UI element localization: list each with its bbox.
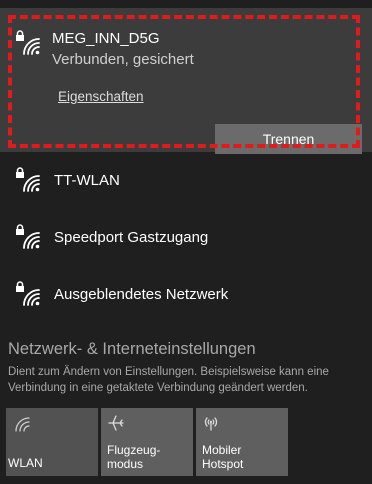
properties-link[interactable]: Eigenschaften xyxy=(58,89,144,104)
network-item-speedport-gastzugang[interactable]: Speedport Gastzugang xyxy=(0,210,372,266)
network-item-tt-wlan[interactable]: TT-WLAN xyxy=(0,153,372,209)
network-settings-description: Dient zum Ändern von Einstellungen. Beis… xyxy=(8,366,329,394)
connection-status: Verbunden, gesichert xyxy=(52,51,194,68)
wifi-icon xyxy=(12,414,30,432)
airplane-mode-tile[interactable]: Flugzeug- modus xyxy=(101,408,193,476)
tile-label: Flugzeug- modus xyxy=(107,443,161,471)
airplane-icon xyxy=(107,414,125,432)
wlan-toggle-tile[interactable]: WLAN xyxy=(6,408,98,476)
network-settings-link[interactable]: Netzwerk- & Interneteinstellungen xyxy=(8,340,256,359)
hotspot-icon xyxy=(202,414,220,432)
disconnect-button[interactable]: Trennen xyxy=(215,124,362,154)
secured-wifi-icon xyxy=(15,224,41,250)
tile-label: WLAN xyxy=(8,456,43,470)
tile-label: Mobiler Hotspot xyxy=(202,443,244,471)
secured-wifi-icon xyxy=(15,281,41,307)
network-name: Ausgeblendetes Netzwerk xyxy=(54,286,229,303)
network-flyout: MEG_INN_D5G Verbunden, gesichert Eigensc… xyxy=(0,0,372,484)
network-item-hidden-network[interactable]: Ausgeblendetes Netzwerk xyxy=(0,267,372,323)
network-name: Speedport Gastzugang xyxy=(54,229,209,246)
secured-wifi-icon xyxy=(15,167,41,193)
connected-network-item[interactable]: MEG_INN_D5G Verbunden, gesichert Eigensc… xyxy=(0,8,372,154)
network-name: TT-WLAN xyxy=(54,172,120,189)
secured-wifi-icon xyxy=(15,30,41,56)
mobile-hotspot-tile[interactable]: Mobiler Hotspot xyxy=(196,408,288,476)
connected-network-name: MEG_INN_D5G xyxy=(52,30,160,47)
